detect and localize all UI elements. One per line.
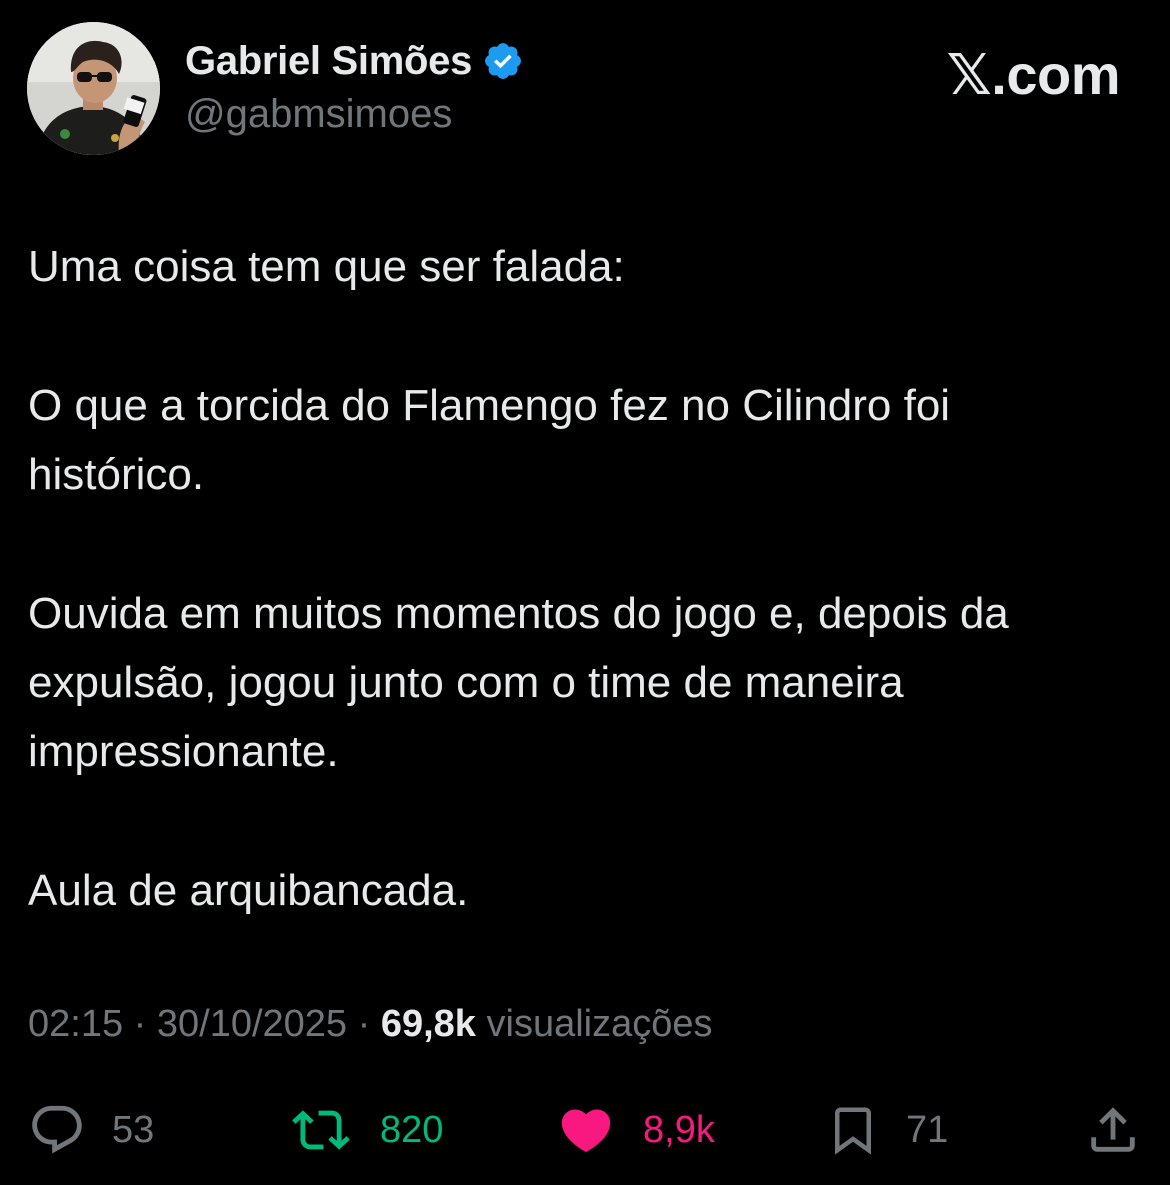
tweet-paragraph: O que a torcida do Flamengo fez no Cilin… [28, 381, 951, 499]
meta-separator: · [123, 1003, 157, 1045]
bookmark-button[interactable]: 71 [826, 1095, 948, 1165]
retweet-count: 820 [380, 1108, 444, 1151]
tweet-meta: 02:15 · 30/10/2025 · 69,8k visualizações [28, 1003, 713, 1046]
action-bar: 53 820 8,9k 71 [0, 1095, 1170, 1165]
reply-button[interactable]: 53 [28, 1095, 154, 1165]
tweet-paragraph: Ouvida em muitos momentos do jogo e, dep… [28, 589, 1009, 776]
views-count: 69,8k [380, 1003, 476, 1045]
brand-logo: 𝕏.com [946, 43, 1121, 106]
author-handle[interactable]: @gabmsimoes [185, 92, 452, 137]
bookmark-count: 71 [906, 1108, 949, 1151]
avatar[interactable] [27, 22, 160, 155]
reply-count: 53 [112, 1108, 155, 1151]
reply-icon [32, 1105, 82, 1154]
tweet-paragraph: Aula de arquibancada. [28, 866, 469, 915]
tweet-time[interactable]: 02:15 [28, 1003, 123, 1045]
heart-icon [561, 1109, 611, 1153]
like-count: 8,9k [643, 1108, 715, 1151]
retweet-icon [292, 1110, 350, 1150]
share-icon [1091, 1107, 1135, 1152]
tweet-date[interactable]: 30/10/2025 [157, 1003, 347, 1045]
bookmark-icon [835, 1107, 871, 1155]
tweet-body: Uma coisa tem que ser falada: O que a to… [28, 232, 1138, 925]
share-button[interactable] [1084, 1095, 1142, 1165]
retweet-button[interactable]: 820 [288, 1095, 443, 1165]
verified-badge-icon[interactable] [482, 40, 524, 82]
tweet-paragraph: Uma coisa tem que ser falada: [28, 242, 625, 291]
author-name[interactable]: Gabriel Simões [185, 39, 472, 84]
like-button[interactable]: 8,9k [555, 1095, 715, 1165]
views-label: visualizações [486, 1003, 713, 1045]
meta-separator: · [347, 1003, 381, 1045]
author-name-row[interactable]: Gabriel Simões [185, 38, 524, 84]
